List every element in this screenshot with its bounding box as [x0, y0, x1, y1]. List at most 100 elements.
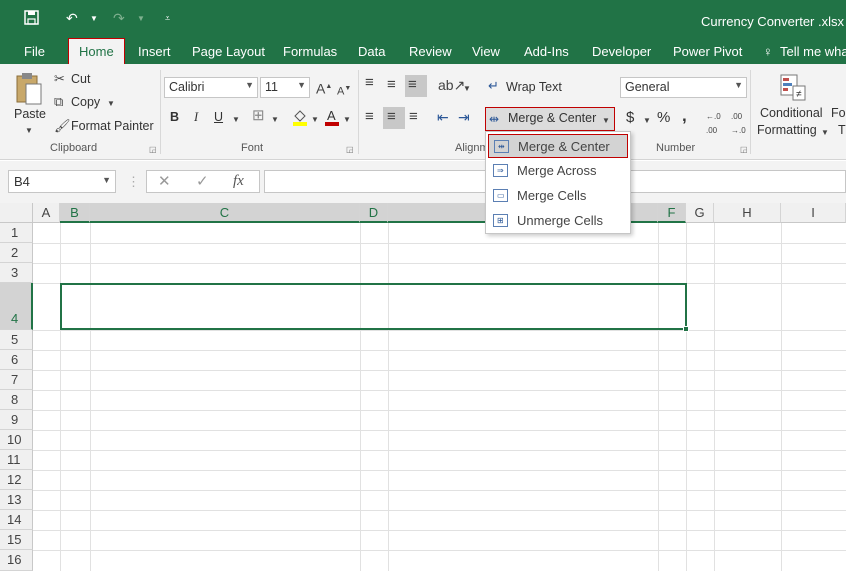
tab-power-pivot[interactable]: Power Pivot: [673, 44, 742, 59]
tab-data[interactable]: Data: [358, 44, 385, 59]
paste-button[interactable]: Paste: [14, 107, 46, 121]
increase-font-icon[interactable]: A▲: [316, 80, 332, 96]
cut-button[interactable]: Cut: [71, 72, 90, 86]
customize-qat-icon[interactable]: ⩡: [165, 13, 170, 24]
percent-button[interactable]: %: [657, 109, 670, 126]
menu-item-unmerge-cells[interactable]: ⊞ Unmerge Cells: [488, 209, 628, 233]
insert-function-icon[interactable]: fx: [233, 174, 244, 189]
font-size-dropdown[interactable]: 11 ▼: [260, 77, 310, 98]
format-as-table-button[interactable]: Fo: [831, 106, 846, 120]
row-header-14[interactable]: 14: [0, 510, 33, 530]
save-icon[interactable]: [24, 10, 39, 28]
selected-range[interactable]: [60, 283, 689, 332]
redo-dropdown-icon[interactable]: ▼: [137, 14, 145, 23]
conditional-formatting-button[interactable]: Conditional: [760, 106, 823, 120]
column-header-d[interactable]: D: [360, 203, 388, 223]
tab-file[interactable]: File: [24, 44, 45, 59]
row-header-1[interactable]: 1: [0, 223, 33, 243]
row-header-12[interactable]: 12: [0, 470, 33, 490]
number-format-dropdown[interactable]: General ▼: [620, 77, 747, 98]
comma-button[interactable]: ,: [682, 106, 687, 126]
font-name-dropdown[interactable]: Calibri ▼: [164, 77, 258, 98]
align-center-icon[interactable]: ≡: [383, 107, 405, 129]
row-header-4[interactable]: 4: [0, 283, 33, 330]
worksheet-grid[interactable]: A B C D E F G H I 1 2 3 4 5 6 7 8 9 10 1…: [0, 203, 846, 571]
paste-dropdown-icon[interactable]: ▼: [25, 124, 33, 138]
format-as-table-button-line2[interactable]: T: [838, 123, 846, 137]
bold-button[interactable]: B: [170, 110, 179, 124]
fill-color-icon[interactable]: [292, 108, 308, 129]
conditional-formatting-dropdown-icon[interactable]: ▼: [821, 126, 829, 140]
menu-item-merge-across[interactable]: ⇒ Merge Across: [488, 159, 628, 183]
fill-color-dropdown-icon[interactable]: ▼: [311, 113, 319, 127]
middle-align-icon[interactable]: ≡: [387, 77, 396, 92]
tab-page-layout[interactable]: Page Layout: [192, 44, 265, 59]
column-header-b[interactable]: B: [60, 203, 90, 223]
row-header-11[interactable]: 11: [0, 450, 33, 470]
row-header-16[interactable]: 16: [0, 550, 33, 571]
row-header-2[interactable]: 2: [0, 243, 33, 263]
format-painter-button[interactable]: Format Painter: [71, 119, 154, 133]
increase-indent-icon[interactable]: ⇥: [458, 110, 470, 124]
undo-icon[interactable]: ↶: [66, 10, 78, 27]
fill-handle[interactable]: [683, 326, 689, 332]
borders-icon[interactable]: ⊞: [252, 108, 265, 123]
tab-view[interactable]: View: [472, 44, 500, 59]
bottom-align-icon[interactable]: ≡: [405, 75, 427, 97]
orientation-dropdown-icon[interactable]: ▼: [463, 82, 471, 96]
tell-me-input[interactable]: Tell me wha: [780, 44, 846, 59]
wrap-text-button[interactable]: Wrap Text: [506, 80, 562, 94]
tab-formulas[interactable]: Formulas: [283, 44, 337, 59]
row-header-6[interactable]: 6: [0, 350, 33, 370]
underline-dropdown-icon[interactable]: ▼: [232, 113, 240, 127]
decrease-decimal-icon[interactable]: .00 →.0: [731, 110, 746, 138]
clipboard-launcher-icon[interactable]: ◲: [149, 145, 157, 154]
merge-center-button[interactable]: ⇹ Merge & Center ▼: [485, 107, 615, 131]
orientation-icon[interactable]: ab↗: [438, 78, 465, 92]
top-align-icon[interactable]: ≡: [365, 75, 374, 90]
align-right-icon[interactable]: ≡: [409, 109, 418, 124]
row-header-9[interactable]: 9: [0, 410, 33, 430]
number-launcher-icon[interactable]: ◲: [740, 145, 748, 154]
tab-developer[interactable]: Developer: [592, 44, 651, 59]
row-header-8[interactable]: 8: [0, 390, 33, 410]
conditional-formatting-button-line2[interactable]: Formatting: [757, 123, 817, 137]
more-options-icon[interactable]: ⋮: [127, 175, 140, 189]
enter-icon[interactable]: ✓: [196, 174, 209, 189]
column-header-a[interactable]: A: [33, 203, 60, 223]
paste-icon[interactable]: [14, 72, 44, 109]
undo-dropdown-icon[interactable]: ▼: [90, 14, 98, 23]
tab-review[interactable]: Review: [409, 44, 452, 59]
tab-insert[interactable]: Insert: [138, 44, 171, 59]
menu-item-merge-center[interactable]: ⇹ Merge & Center: [488, 134, 628, 158]
select-all-corner[interactable]: [0, 203, 33, 223]
align-left-icon[interactable]: ≡: [365, 109, 374, 124]
row-header-10[interactable]: 10: [0, 430, 33, 450]
menu-item-merge-cells[interactable]: ▭ Merge Cells: [488, 184, 628, 208]
column-header-i[interactable]: I: [781, 203, 846, 223]
cancel-icon[interactable]: ✕: [158, 174, 171, 189]
decrease-indent-icon[interactable]: ⇤: [437, 110, 449, 124]
merge-center-dropdown-icon[interactable]: ▼: [602, 114, 610, 128]
currency-dropdown-icon[interactable]: ▼: [643, 114, 651, 128]
row-header-15[interactable]: 15: [0, 530, 33, 550]
redo-icon[interactable]: ↷: [113, 10, 125, 27]
column-header-f[interactable]: F: [658, 203, 686, 223]
currency-button[interactable]: $: [626, 109, 634, 126]
copy-button[interactable]: Copy: [71, 95, 100, 109]
borders-dropdown-icon[interactable]: ▼: [271, 113, 279, 127]
tab-home[interactable]: Home: [68, 38, 125, 66]
font-launcher-icon[interactable]: ◲: [346, 145, 354, 154]
copy-dropdown-icon[interactable]: ▼: [107, 97, 115, 111]
font-color-dropdown-icon[interactable]: ▼: [343, 113, 351, 127]
column-header-g[interactable]: G: [686, 203, 714, 223]
underline-button[interactable]: U: [214, 110, 223, 124]
row-header-13[interactable]: 13: [0, 490, 33, 510]
decrease-font-icon[interactable]: A▼: [337, 82, 351, 99]
italic-button[interactable]: I: [194, 110, 198, 125]
name-box[interactable]: B4 ▼: [8, 170, 116, 193]
row-header-5[interactable]: 5: [0, 330, 33, 350]
row-header-7[interactable]: 7: [0, 370, 33, 390]
tab-add-ins[interactable]: Add-Ins: [524, 44, 569, 59]
font-color-icon[interactable]: A: [324, 108, 340, 129]
